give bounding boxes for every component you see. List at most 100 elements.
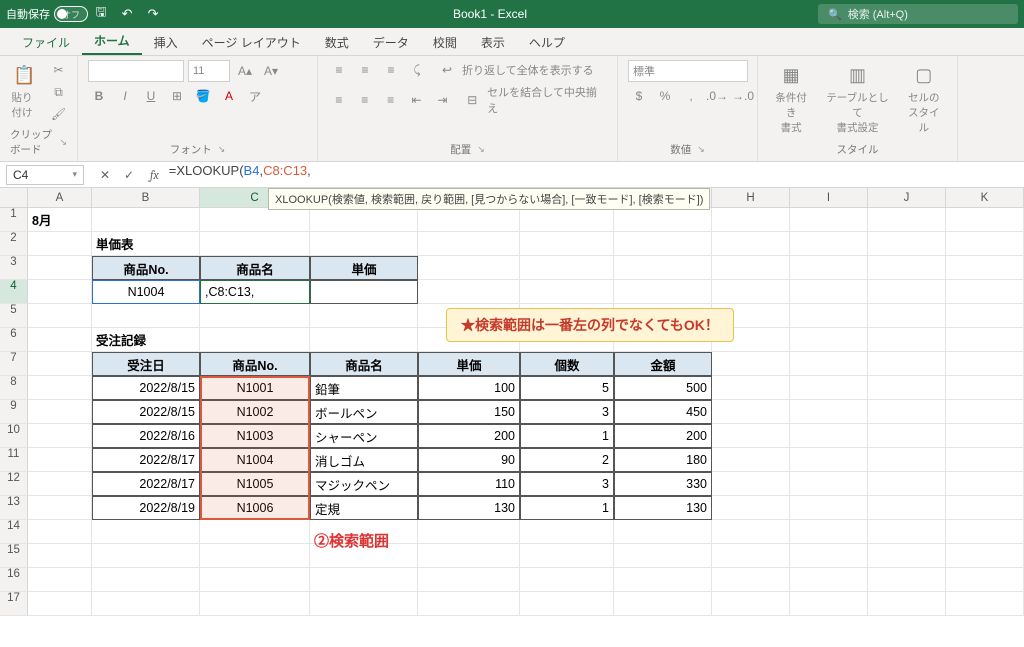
select-all-corner[interactable] bbox=[0, 188, 28, 207]
cell[interactable] bbox=[614, 280, 712, 304]
cell[interactable] bbox=[868, 280, 946, 304]
cell[interactable] bbox=[28, 592, 92, 616]
cell[interactable] bbox=[946, 304, 1024, 328]
align-right-icon[interactable]: ≡ bbox=[380, 90, 402, 110]
cell[interactable] bbox=[868, 328, 946, 352]
cell[interactable] bbox=[790, 280, 868, 304]
cell[interactable] bbox=[712, 400, 790, 424]
cell[interactable] bbox=[28, 352, 92, 376]
wrap-text-icon[interactable]: ↩ bbox=[436, 60, 458, 80]
percent-format-icon[interactable]: % bbox=[654, 86, 676, 106]
cell[interactable] bbox=[520, 280, 614, 304]
cell[interactable]: 130 bbox=[614, 496, 712, 520]
dialog-launcher-icon[interactable]: ↘ bbox=[697, 144, 705, 155]
cell[interactable]: 5 bbox=[520, 376, 614, 400]
align-middle-icon[interactable]: ≡ bbox=[354, 60, 376, 80]
cell[interactable] bbox=[520, 544, 614, 568]
cell[interactable] bbox=[868, 208, 946, 232]
col-header-B[interactable]: B bbox=[92, 188, 200, 207]
cancel-icon[interactable]: ✕ bbox=[96, 168, 114, 182]
cell[interactable] bbox=[868, 424, 946, 448]
cell[interactable] bbox=[946, 448, 1024, 472]
toggle-icon[interactable] bbox=[54, 6, 88, 22]
cell[interactable] bbox=[28, 544, 92, 568]
cell[interactable] bbox=[868, 352, 946, 376]
cell[interactable]: 450 bbox=[614, 400, 712, 424]
cell[interactable] bbox=[946, 472, 1024, 496]
cell[interactable]: 500 bbox=[614, 376, 712, 400]
font-family-select[interactable] bbox=[88, 60, 184, 82]
cell[interactable] bbox=[28, 376, 92, 400]
cell[interactable] bbox=[790, 328, 868, 352]
cell[interactable] bbox=[520, 232, 614, 256]
cell[interactable] bbox=[418, 280, 520, 304]
cell[interactable]: N1006 bbox=[200, 496, 310, 520]
cell[interactable] bbox=[790, 496, 868, 520]
cell[interactable] bbox=[946, 232, 1024, 256]
number-format-select[interactable] bbox=[628, 60, 748, 82]
tab-review[interactable]: 校閲 bbox=[421, 28, 469, 55]
cell[interactable] bbox=[868, 232, 946, 256]
copy-icon[interactable]: ⧉ bbox=[48, 82, 70, 102]
tab-home[interactable]: ホーム bbox=[82, 26, 142, 55]
dialog-launcher-icon[interactable]: ↘ bbox=[59, 137, 67, 148]
cell[interactable]: 個数 bbox=[520, 352, 614, 376]
cell[interactable] bbox=[614, 208, 712, 232]
tab-file[interactable]: ファイル bbox=[10, 28, 82, 55]
cell[interactable] bbox=[28, 400, 92, 424]
italic-button[interactable]: I bbox=[114, 86, 136, 106]
dialog-launcher-icon[interactable]: ↘ bbox=[218, 144, 226, 155]
cell[interactable] bbox=[28, 256, 92, 280]
cell[interactable] bbox=[946, 592, 1024, 616]
row-header[interactable]: 13 bbox=[0, 496, 28, 520]
cell[interactable]: 180 bbox=[614, 448, 712, 472]
tab-formulas[interactable]: 数式 bbox=[313, 28, 361, 55]
cell[interactable]: 2 bbox=[520, 448, 614, 472]
cell[interactable]: 100 bbox=[418, 376, 520, 400]
col-header-I[interactable]: I bbox=[790, 188, 868, 207]
cell[interactable] bbox=[418, 568, 520, 592]
cell[interactable] bbox=[946, 424, 1024, 448]
cell[interactable] bbox=[418, 592, 520, 616]
align-left-icon[interactable]: ≡ bbox=[328, 90, 350, 110]
cell[interactable]: 1 bbox=[520, 496, 614, 520]
cell[interactable] bbox=[946, 208, 1024, 232]
cell[interactable] bbox=[28, 448, 92, 472]
cell[interactable]: 90 bbox=[418, 448, 520, 472]
cell[interactable]: 110 bbox=[418, 472, 520, 496]
cell[interactable] bbox=[946, 400, 1024, 424]
save-icon[interactable]: 🖫 bbox=[92, 5, 110, 23]
cell[interactable] bbox=[790, 424, 868, 448]
cell[interactable]: 単価 bbox=[310, 256, 418, 280]
cell[interactable]: マジックペン bbox=[310, 472, 418, 496]
autosave-toggle[interactable]: 自動保存 オフ bbox=[6, 6, 80, 22]
cell[interactable] bbox=[200, 328, 310, 352]
cell[interactable]: 商品No. bbox=[200, 352, 310, 376]
cell[interactable] bbox=[310, 592, 418, 616]
cell[interactable]: 3 bbox=[520, 472, 614, 496]
cell[interactable]: 金額 bbox=[614, 352, 712, 376]
cell[interactable] bbox=[946, 496, 1024, 520]
cell[interactable] bbox=[790, 376, 868, 400]
fill-color-button[interactable]: 🪣 bbox=[192, 86, 214, 106]
cell[interactable] bbox=[712, 280, 790, 304]
increase-decimal-icon[interactable]: .0→ bbox=[706, 86, 728, 106]
orientation-icon[interactable]: ⤹ bbox=[406, 60, 428, 80]
cell[interactable] bbox=[712, 472, 790, 496]
search-box[interactable]: 🔍 検索 (Alt+Q) bbox=[818, 4, 1018, 24]
cell[interactable] bbox=[790, 304, 868, 328]
cell[interactable] bbox=[790, 232, 868, 256]
cell[interactable]: 1 bbox=[520, 424, 614, 448]
cell[interactable] bbox=[200, 544, 310, 568]
enter-icon[interactable]: ✓ bbox=[120, 168, 138, 182]
decrease-indent-icon[interactable]: ⇤ bbox=[406, 90, 428, 110]
cell[interactable]: 消しゴム bbox=[310, 448, 418, 472]
row-header[interactable]: 3 bbox=[0, 256, 28, 280]
cell[interactable] bbox=[712, 448, 790, 472]
cell[interactable]: 受注記録 bbox=[92, 328, 200, 352]
cell[interactable] bbox=[418, 544, 520, 568]
cell[interactable] bbox=[520, 208, 614, 232]
cell[interactable] bbox=[310, 568, 418, 592]
cell[interactable]: 200 bbox=[614, 424, 712, 448]
align-center-icon[interactable]: ≡ bbox=[354, 90, 376, 110]
